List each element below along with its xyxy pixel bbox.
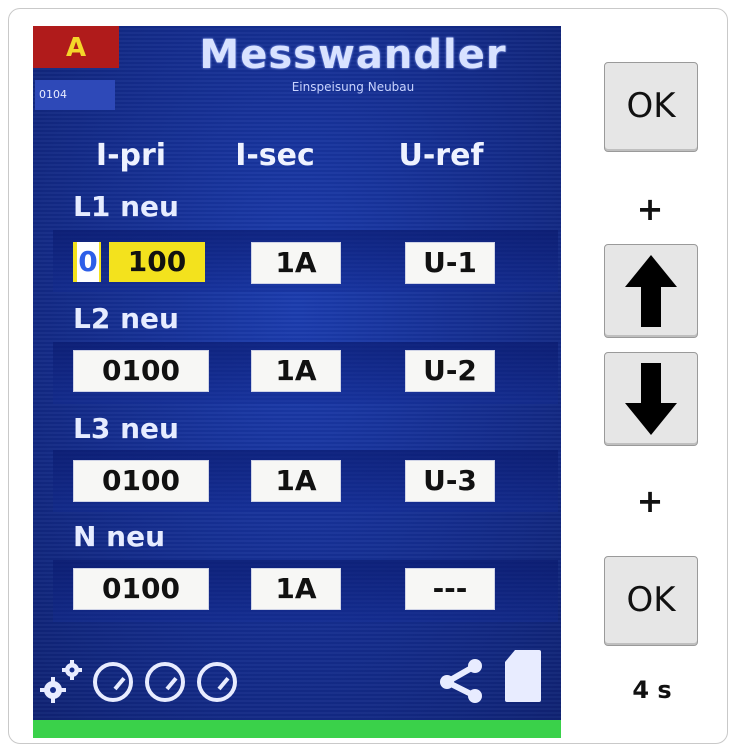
i-pri-field-l3[interactable]: 0100 xyxy=(73,460,209,502)
share-icon[interactable] xyxy=(437,658,485,708)
i-pri-field-n[interactable]: 0100 xyxy=(73,568,209,610)
arrow-down-icon xyxy=(625,363,677,435)
u-ref-field-l1[interactable]: U-1 xyxy=(405,242,495,284)
ok-button-top[interactable]: OK xyxy=(604,62,698,152)
column-header-i-sec: I-sec xyxy=(235,138,315,173)
u-ref-field-l2[interactable]: U-2 xyxy=(405,350,495,392)
i-sec-field-l2[interactable]: 1A xyxy=(251,350,341,392)
up-arrow-button[interactable] xyxy=(604,244,698,338)
i-pri-field-l1[interactable]: 0 100 xyxy=(73,242,207,282)
u-ref-field-l3[interactable]: U-3 xyxy=(405,460,495,502)
id-badge: 0104 xyxy=(35,80,115,110)
hold-time-label: 4 s xyxy=(632,676,672,704)
u-ref-field-n[interactable]: --- xyxy=(405,568,495,610)
row-label-l1: L1 neu xyxy=(73,190,179,223)
alarm-badge: A xyxy=(33,26,119,68)
gauge-icon[interactable] xyxy=(93,662,133,702)
gauge-icon[interactable] xyxy=(145,662,185,702)
cursor-digit: 0 xyxy=(77,242,99,282)
i-sec-field-n[interactable]: 1A xyxy=(251,568,341,610)
screen-subtitle: Einspeisung Neubau xyxy=(291,80,415,94)
status-bar xyxy=(33,644,561,714)
row-label-n: N neu xyxy=(73,520,166,553)
plus-sign: + xyxy=(636,482,664,520)
column-header-i-pri: I-pri xyxy=(95,138,167,173)
screen-title: Messwandler xyxy=(199,32,507,78)
ok-button-bottom[interactable]: OK xyxy=(604,556,698,646)
i-sec-field-l3[interactable]: 1A xyxy=(251,460,341,502)
device-screen: A 0104 Messwandler Einspeisung Neubau I-… xyxy=(33,26,561,738)
i-pri-field-l2[interactable]: 0100 xyxy=(73,350,209,392)
down-arrow-button[interactable] xyxy=(604,352,698,446)
gears-icon[interactable] xyxy=(39,658,87,708)
i-sec-field-l1[interactable]: 1A xyxy=(251,242,341,284)
i-pri-value-l1: 100 xyxy=(109,242,205,282)
row-label-l2: L2 neu xyxy=(73,302,179,335)
arrow-up-icon xyxy=(625,255,677,327)
gauge-icon[interactable] xyxy=(197,662,237,702)
column-header-u-ref: U-ref xyxy=(398,138,484,173)
row-label-l3: L3 neu xyxy=(73,412,179,445)
status-bar-indicator xyxy=(33,720,561,738)
plus-sign: + xyxy=(636,190,664,228)
sd-card-icon[interactable] xyxy=(503,648,543,708)
